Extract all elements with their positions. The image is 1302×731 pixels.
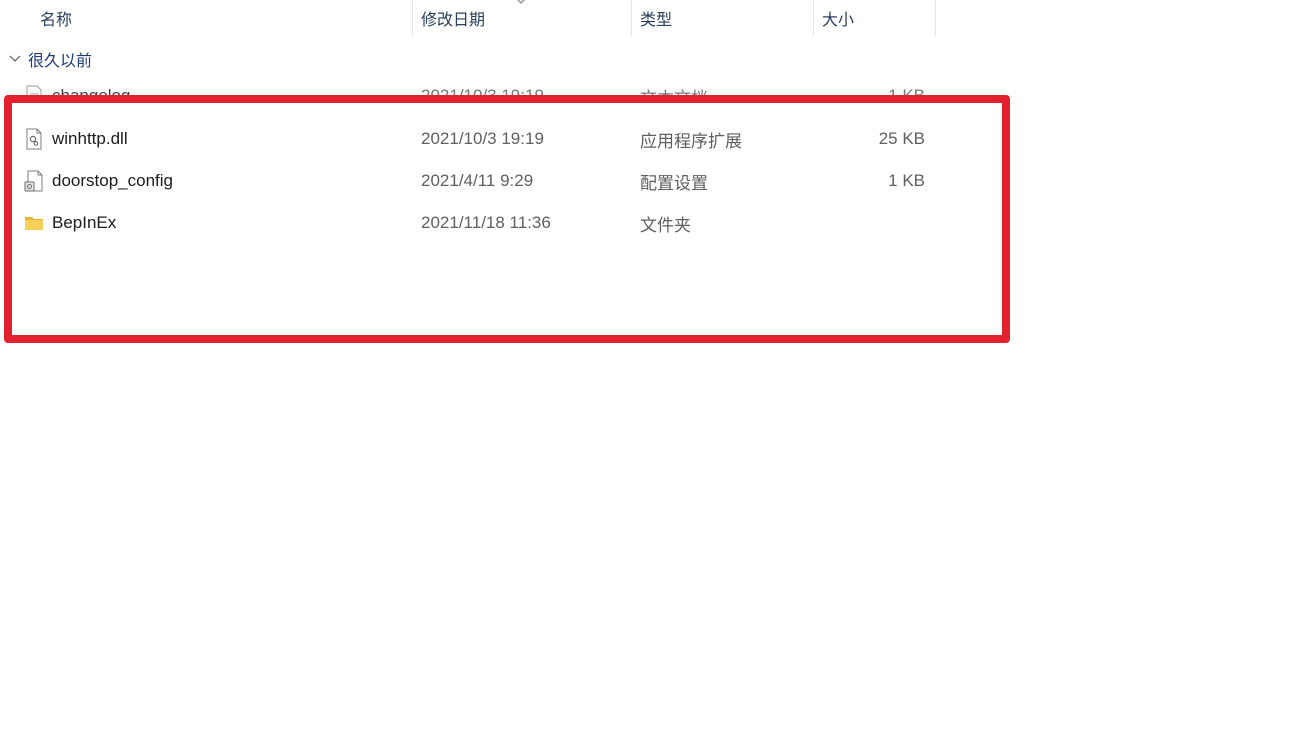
column-divider[interactable] — [412, 0, 413, 36]
column-header-size-label: 大小 — [822, 12, 855, 29]
group-header[interactable]: 很久以前 — [8, 46, 92, 72]
chevron-down-icon — [9, 55, 21, 62]
group-header-label: 很久以前 — [28, 53, 93, 70]
column-divider[interactable] — [631, 0, 632, 36]
column-header-size[interactable]: 大小 — [822, 0, 932, 36]
column-divider[interactable] — [935, 0, 936, 36]
file-explorer-view: 名称 修改日期 类型 大小 很久以前 changelog 2021/10/3 1… — [0, 0, 1302, 731]
column-header-date-label: 修改日期 — [421, 12, 486, 29]
column-header-type-label: 类型 — [640, 12, 673, 29]
highlight-box — [4, 95, 1010, 343]
column-header-name-label: 名称 — [40, 12, 73, 29]
column-header-type[interactable]: 类型 — [640, 0, 810, 36]
column-divider[interactable] — [813, 0, 814, 36]
column-header-date[interactable]: 修改日期 — [421, 0, 626, 36]
column-header-name[interactable]: 名称 — [40, 0, 410, 36]
